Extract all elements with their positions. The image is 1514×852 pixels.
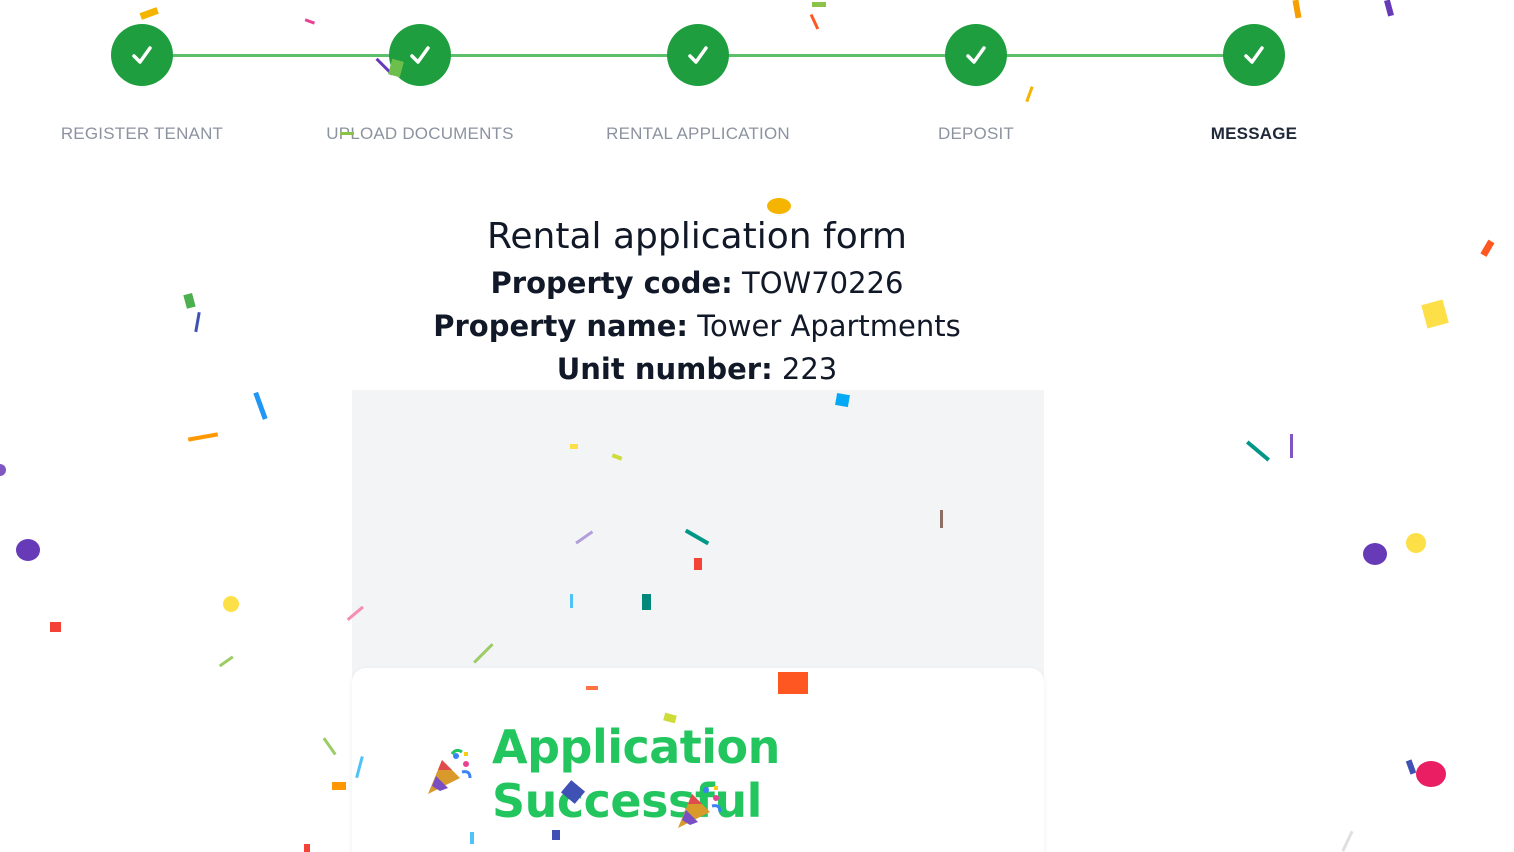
property-name-value: Tower Apartments: [697, 309, 961, 343]
step-label-active: MESSAGE: [1210, 124, 1298, 143]
property-name-row: Property name: Tower Apartments: [0, 305, 1394, 348]
step-label: DEPOSIT: [937, 124, 1015, 143]
check-icon: [667, 24, 729, 86]
step-rental-application[interactable]: RENTAL APPLICATION: [568, 24, 828, 144]
step-label: UPLOAD DOCUMENTS: [326, 124, 514, 143]
property-name-label: Property name:: [433, 309, 689, 343]
property-code-row: Property code: TOW70226: [0, 262, 1394, 305]
step-label: REGISTER TENANT: [60, 124, 224, 143]
check-icon: [945, 24, 1007, 86]
step-register-tenant[interactable]: REGISTER TENANT: [12, 24, 272, 144]
unit-number-value: 223: [781, 352, 838, 386]
unit-number-row: Unit number: 223: [0, 348, 1394, 391]
unit-number-label: Unit number:: [556, 352, 773, 386]
check-icon: [1223, 24, 1285, 86]
party-popper-icon: [422, 746, 474, 803]
form-header: Rental application form Property code: T…: [0, 212, 1394, 391]
check-icon: [389, 24, 451, 86]
success-title: Application Successful: [492, 720, 780, 828]
step-message[interactable]: MESSAGE: [1124, 24, 1384, 144]
check-icon: [111, 24, 173, 86]
property-code-label: Property code:: [490, 266, 733, 300]
success-card: Application Successful: [352, 668, 1044, 852]
step-label: RENTAL APPLICATION: [606, 124, 790, 143]
step-upload-documents[interactable]: UPLOAD DOCUMENTS: [290, 24, 550, 144]
page-title: Rental application form: [487, 216, 907, 257]
success-heading: Application Successful: [422, 720, 1044, 828]
progress-stepper: REGISTER TENANT UPLOAD DOCUMENTS RENTAL …: [0, 0, 1514, 170]
step-deposit[interactable]: DEPOSIT: [846, 24, 1106, 144]
party-popper-icon: [672, 780, 724, 837]
property-code-value: TOW70226: [741, 266, 904, 300]
